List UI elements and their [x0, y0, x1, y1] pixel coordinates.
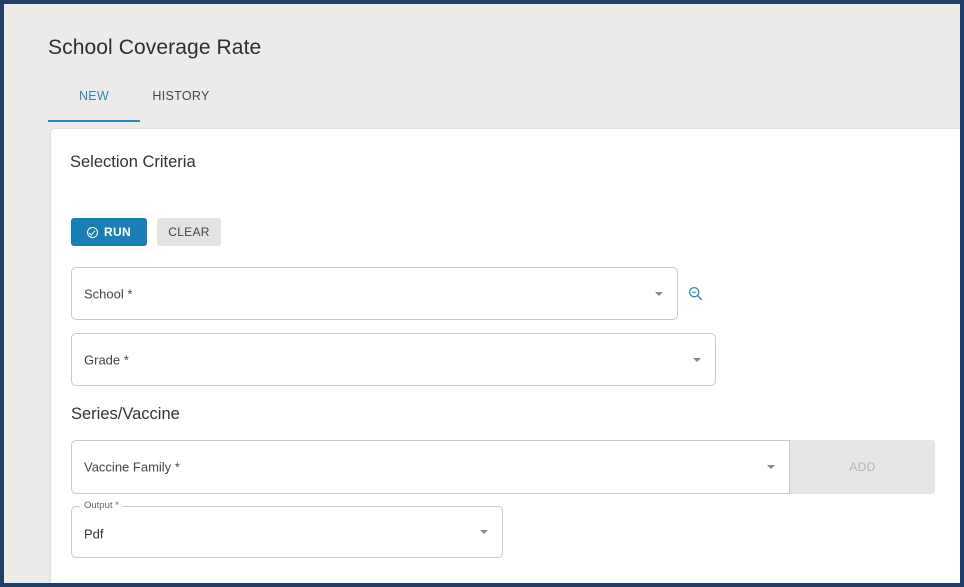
grade-select-label: Grade * [84, 352, 129, 367]
school-select[interactable]: School * [71, 267, 678, 320]
chevron-down-icon [693, 357, 701, 362]
report-form-card: Selection Criteria RUN CLEAR School * Gr… [51, 129, 960, 583]
app-window: School Coverage Rate NEW HISTORY Selecti… [0, 0, 964, 587]
series-vaccine-heading: Series/Vaccine [71, 405, 180, 423]
chevron-down-icon [655, 291, 663, 296]
selection-criteria-heading: Selection Criteria [70, 153, 196, 171]
chevron-down-icon [480, 530, 488, 534]
vaccine-family-select[interactable]: Vaccine Family * [71, 440, 790, 494]
grade-select[interactable]: Grade * [71, 333, 716, 386]
search-icon[interactable] [688, 286, 703, 301]
check-circle-icon [87, 226, 99, 238]
output-select[interactable]: Output * Pdf [71, 500, 503, 558]
clear-button[interactable]: CLEAR [157, 218, 221, 246]
run-button-label: RUN [104, 225, 131, 239]
vaccine-family-select-label: Vaccine Family * [84, 459, 180, 475]
school-select-label: School * [84, 286, 133, 301]
tab-new[interactable]: NEW [48, 82, 140, 122]
page-title: School Coverage Rate [48, 36, 262, 59]
chevron-down-icon [767, 465, 775, 469]
output-select-value: Pdf [84, 526, 104, 542]
output-select-label: Output * [80, 500, 123, 511]
add-button[interactable]: ADD [790, 440, 935, 494]
tab-history[interactable]: HISTORY [148, 82, 214, 120]
run-button[interactable]: RUN [71, 218, 147, 246]
